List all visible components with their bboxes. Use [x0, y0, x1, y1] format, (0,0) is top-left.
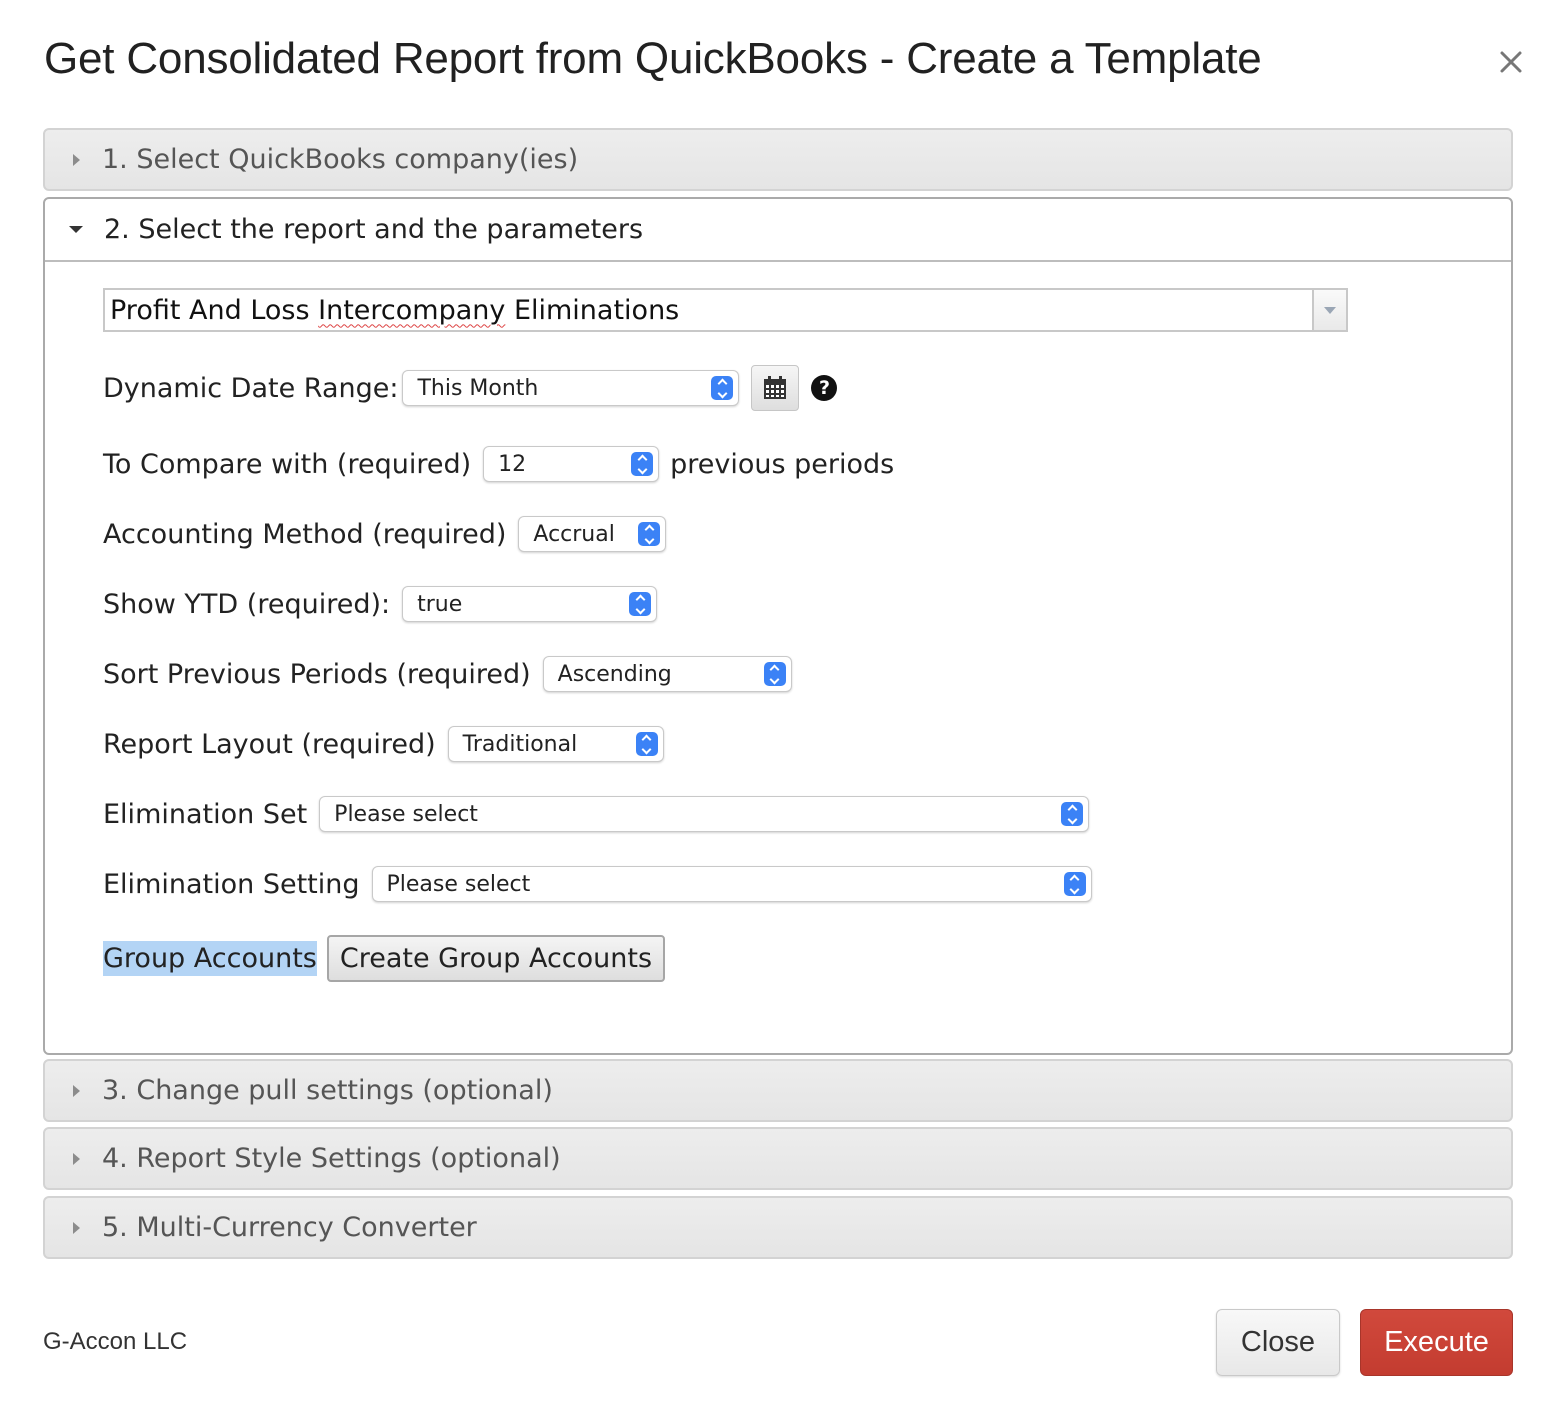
accounting-method-select[interactable]: Accrual	[518, 516, 667, 552]
select-arrows-icon	[711, 376, 734, 400]
show-ytd-select[interactable]: true	[402, 586, 658, 622]
section-label: 5. Multi-Currency Converter	[102, 1212, 477, 1243]
expand-triangle-icon	[73, 1152, 80, 1165]
report-select-value[interactable]: Profit And Loss Intercompany Elimination…	[105, 295, 1312, 326]
show-ytd-value: true	[417, 591, 463, 617]
elimination-setting-label: Elimination Setting	[103, 868, 360, 900]
date-range-label: Dynamic Date Range:	[103, 372, 399, 404]
execute-button[interactable]: Execute	[1360, 1309, 1513, 1376]
report-name-prefix: Profit And Loss	[110, 294, 319, 326]
create-group-accounts-button[interactable]: Create Group Accounts	[326, 935, 666, 982]
group-accounts-row: Group Accounts Create Group Accounts	[103, 935, 666, 982]
section-pull-settings: 3. Change pull settings (optional)	[43, 1059, 1513, 1122]
company-name: G-Accon LLC	[43, 1328, 188, 1355]
elimination-setting-row: Elimination Setting Please select	[103, 866, 1092, 902]
report-layout-select[interactable]: Traditional	[447, 726, 664, 762]
compare-periods-value: 12	[498, 451, 527, 477]
section-multi-currency: 5. Multi-Currency Converter	[43, 1196, 1513, 1259]
compare-label: To Compare with (required)	[103, 448, 472, 480]
accounting-method-row: Accounting Method (required) Accrual	[103, 516, 667, 552]
collapse-triangle-icon	[69, 226, 83, 233]
elimination-set-row: Elimination Set Please select	[103, 796, 1090, 832]
compare-suffix-label: previous periods	[670, 448, 895, 480]
group-accounts-label: Group Accounts	[103, 941, 317, 976]
section-header-4[interactable]: 4. Report Style Settings (optional)	[43, 1127, 1513, 1190]
expand-triangle-icon	[73, 1221, 80, 1234]
section-header-2[interactable]: 2. Select the report and the parameters	[45, 199, 1511, 262]
report-name-suffix: Eliminations	[505, 294, 680, 326]
compare-row: To Compare with (required) 12 previous p…	[103, 446, 894, 482]
calendar-icon	[764, 376, 787, 399]
sort-periods-value: Ascending	[557, 661, 672, 687]
elimination-setting-value: Please select	[386, 871, 531, 897]
sort-periods-label: Sort Previous Periods (required)	[103, 658, 531, 690]
section-select-companies: 1. Select QuickBooks company(ies)	[43, 128, 1513, 191]
elimination-setting-select[interactable]: Please select	[371, 866, 1092, 902]
help-icon[interactable]: ?	[811, 375, 838, 401]
section-label: 4. Report Style Settings (optional)	[102, 1143, 561, 1174]
section-header-3[interactable]: 3. Change pull settings (optional)	[43, 1059, 1513, 1122]
date-range-value: This Month	[417, 375, 539, 401]
section-label: 1. Select QuickBooks company(ies)	[102, 144, 579, 175]
section-header-1[interactable]: 1. Select QuickBooks company(ies)	[43, 128, 1513, 191]
select-arrows-icon	[763, 662, 786, 686]
elimination-set-select[interactable]: Please select	[319, 796, 1090, 832]
select-arrows-icon	[1061, 802, 1084, 826]
select-arrows-icon	[631, 452, 654, 476]
compare-periods-select[interactable]: 12	[483, 446, 660, 482]
report-dropdown-button[interactable]	[1312, 290, 1346, 330]
section-report-parameters: 2. Select the report and the parameters …	[43, 197, 1513, 1055]
show-ytd-row: Show YTD (required): true	[103, 586, 658, 622]
report-layout-label: Report Layout (required)	[103, 728, 436, 760]
date-range-select[interactable]: This Month	[402, 370, 740, 406]
elimination-set-value: Please select	[334, 801, 478, 827]
close-icon[interactable]	[1493, 44, 1529, 80]
elimination-set-label: Elimination Set	[103, 798, 308, 830]
sort-periods-select[interactable]: Ascending	[542, 656, 792, 692]
select-arrows-icon	[638, 522, 661, 546]
close-button[interactable]: Close	[1216, 1309, 1340, 1376]
report-select[interactable]: Profit And Loss Intercompany Elimination…	[103, 288, 1348, 332]
accounting-method-label: Accounting Method (required)	[103, 518, 507, 550]
dialog-title: Get Consolidated Report from QuickBooks …	[44, 34, 1262, 83]
chevron-down-icon	[1324, 306, 1336, 314]
show-ytd-label: Show YTD (required):	[103, 588, 391, 620]
select-arrows-icon	[1063, 872, 1086, 896]
section-label: 3. Change pull settings (optional)	[102, 1075, 553, 1106]
date-range-row: Dynamic Date Range: This Month ?	[103, 365, 838, 411]
expand-triangle-icon	[73, 1084, 80, 1097]
report-layout-value: Traditional	[462, 731, 578, 757]
accounting-method-value: Accrual	[533, 521, 615, 547]
section-label: 2. Select the report and the parameters	[104, 214, 644, 245]
select-arrows-icon	[635, 732, 658, 756]
calendar-button[interactable]	[751, 365, 800, 411]
section-report-style: 4. Report Style Settings (optional)	[43, 1127, 1513, 1190]
select-arrows-icon	[629, 592, 652, 616]
expand-triangle-icon	[73, 153, 80, 166]
section-header-5[interactable]: 5. Multi-Currency Converter	[43, 1196, 1513, 1259]
report-name-misspelled: Intercompany	[318, 294, 506, 326]
report-layout-row: Report Layout (required) Traditional	[103, 726, 664, 762]
sort-periods-row: Sort Previous Periods (required) Ascendi…	[103, 656, 792, 692]
